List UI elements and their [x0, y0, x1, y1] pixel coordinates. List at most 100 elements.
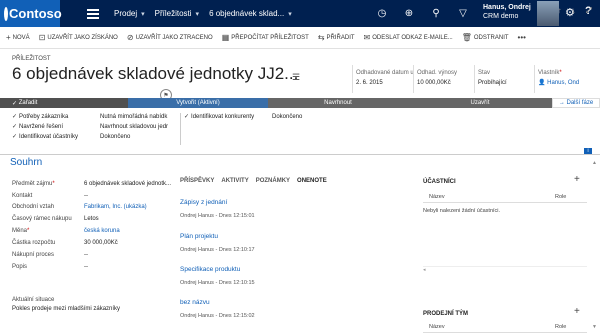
more-icon: ••• — [517, 33, 526, 42]
recalculate-button[interactable]: ▦ PŘEPOČÍTAT PŘÍLEŽITOST — [222, 33, 309, 42]
situation-label: Aktuální situace — [12, 297, 55, 303]
section-title[interactable]: Souhrn — [10, 157, 42, 168]
steps-col4: Dokončeno — [272, 112, 302, 122]
currency-link[interactable]: česká koruna — [84, 228, 120, 234]
chevron-down-icon: ▾ — [141, 10, 145, 18]
vertical-scrollbar[interactable]: ▲ ▼ — [592, 160, 598, 330]
step-value[interactable]: Dokončeno — [272, 112, 302, 122]
nav-sales[interactable]: Prodej ▾ — [114, 9, 145, 18]
nav-record[interactable]: 6 objednávek sklad... ▾ — [209, 9, 292, 18]
check-icon: ✓ — [12, 100, 18, 107]
field-label: Časový rámec nákupu — [12, 216, 72, 222]
header-owner[interactable]: Vlastník* 👤 Hanus, Ond — [538, 68, 579, 88]
step-item[interactable]: ✓ Navržené řešení — [12, 122, 78, 132]
timeframe-value[interactable]: Letos — [84, 216, 99, 222]
menu-hamburger-icon[interactable] — [78, 0, 108, 27]
arrow-down-icon[interactable]: ↓ — [572, 6, 576, 16]
header-est-close-date[interactable]: Odhadované datum u 2. 6. 2015 — [356, 68, 414, 88]
list-item[interactable]: Zápisy z jednání Ondrej Hanus - Dnes 12:… — [180, 199, 255, 219]
record-list-icon[interactable]: ☰ — [292, 72, 300, 83]
next-stage-button[interactable]: → Další fáze — [552, 98, 600, 108]
tab-notes[interactable]: POZNÁMKY — [256, 178, 290, 184]
stage-develop[interactable]: Vytvořit (Aktivní) — [128, 98, 268, 108]
email-link-button[interactable]: ✉ ODESLAT ODKAZ E-MAILE... — [364, 33, 453, 42]
col-name[interactable]: Název — [429, 324, 445, 330]
horizontal-scrollbar[interactable]: ◂ — [423, 266, 587, 273]
steps-col2: Nutná mimořádná nabídk Navrhnout skladov… — [100, 112, 168, 142]
entity-type: PŘÍLEŽITOST — [12, 56, 51, 62]
field-label: Popis — [12, 264, 28, 270]
stakeholders-grid-header: Název Role — [423, 192, 587, 203]
col-role[interactable]: Role — [555, 194, 566, 200]
more-commands-button[interactable]: ••• — [518, 33, 526, 42]
step-item[interactable]: ✓ Identifikovat konkurenty — [184, 112, 254, 122]
tab-onenote[interactable]: ONENOTE — [297, 178, 327, 184]
delete-icon: 🗑 — [461, 33, 472, 42]
close-as-won-button[interactable]: ⊡ UZAVŘÍT JAKO ZÍSKÁNO — [39, 33, 118, 42]
step-item[interactable]: ✓ Potřeby zákazníka — [12, 112, 78, 122]
tab-activities[interactable]: AKTIVITY — [221, 178, 248, 184]
logo-text: Contoso — [9, 6, 62, 21]
stage-propose[interactable]: Navrhnout — [268, 98, 408, 108]
arrow-right-icon: → — [558, 100, 565, 106]
save-won-icon: ⊡ — [38, 33, 46, 42]
steps-col1: ✓ Potřeby zákazníka ✓ Navržené řešení ✓ Ide… — [12, 112, 78, 142]
process-bar: ✓ Zařadit Vytvořit (Aktivní) Navrhnout U… — [0, 98, 600, 108]
purchase-process-value[interactable]: -- — [84, 252, 88, 258]
add-stakeholder-icon[interactable]: + — [574, 174, 580, 185]
step-value[interactable]: Nutná mimořádná nabídk — [100, 112, 168, 122]
sales-team-title: PRODEJNÍ TÝM — [423, 311, 469, 317]
avatar[interactable] — [537, 1, 559, 26]
user-info[interactable]: Hanus, Ondrej CRM demo — [483, 3, 531, 21]
search-icon[interactable]: ⚲ — [429, 7, 443, 21]
user-name: Hanus, Ondrej — [483, 4, 531, 11]
step-item[interactable]: ✓ Identifikovat účastníky — [12, 132, 78, 142]
nav-opportunities[interactable]: Příležitosti ▾ — [155, 9, 199, 18]
description-value[interactable]: -- — [84, 264, 88, 270]
stage-qualify[interactable]: ✓ Zařadit — [0, 98, 128, 108]
assign-icon: ⇆ — [317, 33, 325, 42]
activity-tabs: PŘÍSPĚVKY AKTIVITY POZNÁMKY ONENOTE — [180, 178, 327, 184]
chevron-down-icon: ▾ — [288, 10, 292, 18]
field-label: Obchodní vztah — [12, 204, 55, 210]
page-title: 6 objednávek skladové jednotky JJ2... — [12, 64, 299, 83]
col-role[interactable]: Role — [555, 324, 566, 330]
stage-close[interactable]: Uzavřít — [408, 98, 552, 108]
contact-value[interactable]: -- — [84, 193, 88, 199]
arrow-up-icon[interactable]: ↑ — [558, 6, 562, 16]
assign-button[interactable]: ⇆ PŘIŘADIT — [318, 33, 355, 42]
sales-team-grid-header: Název Role — [423, 322, 587, 333]
check-icon: ✓ — [12, 114, 18, 120]
filter-icon[interactable]: ▽ — [456, 7, 470, 21]
user-org: CRM demo — [483, 13, 519, 20]
record-header: PŘÍLEŽITOST 6 objednávek skladové jednot… — [0, 50, 600, 95]
tab-posts[interactable]: PŘÍSPĚVKY — [180, 178, 214, 184]
list-item[interactable]: bez názvu Ondrej Hanus - Dnes 12:15:02 — [180, 299, 255, 319]
expand-icon[interactable]: ⤢ — [586, 6, 592, 16]
list-item[interactable]: Specifikace produktu Ondrej Hanus - Dnes… — [180, 266, 255, 286]
add-icon[interactable]: ⊕ — [402, 7, 416, 21]
header-est-revenue[interactable]: Odhad. výnosy 10 000,00Kč — [417, 68, 457, 88]
situation-value[interactable]: Pokles prodeje mezi mladšími zákazníky — [12, 306, 120, 312]
close-as-lost-button[interactable]: ⊘ UZAVŘÍT JAKO ZTRACENO — [127, 33, 213, 42]
topic-value[interactable]: 6 objednávek skladové jednotk... — [84, 181, 171, 187]
add-team-member-icon[interactable]: + — [574, 306, 580, 317]
header-status: Stav Probíhající — [478, 70, 507, 86]
contoso-logo[interactable]: Contoso — [0, 0, 62, 27]
check-icon: ✓ — [12, 124, 18, 130]
plus-icon: + — [6, 33, 11, 42]
account-link[interactable]: Fabrikam, Inc. (ukázka) — [84, 204, 147, 210]
delete-button[interactable]: 🗑 ODSTRANIT — [462, 33, 509, 42]
clock-icon[interactable]: ◷ — [375, 7, 389, 21]
close-lost-icon: ⊘ — [126, 33, 134, 42]
step-value[interactable]: Navrhnout skladovou jedr — [100, 122, 168, 132]
field-label: Kontakt — [12, 193, 33, 199]
step-value[interactable]: Dokončeno — [100, 132, 168, 142]
list-item[interactable]: Plán projektu Ondrej Hanus - Dnes 12:10:… — [180, 233, 255, 253]
new-button[interactable]: + NOVÁ — [6, 33, 30, 42]
col-name[interactable]: Název — [429, 194, 445, 200]
budget-value[interactable]: 30 000,00Kč — [84, 240, 118, 246]
empty-message: Nebyli nalezeni žádní účastníci. — [423, 208, 501, 214]
chevron-down-icon: ▾ — [195, 10, 200, 18]
email-link-icon: ✉ — [363, 33, 371, 42]
